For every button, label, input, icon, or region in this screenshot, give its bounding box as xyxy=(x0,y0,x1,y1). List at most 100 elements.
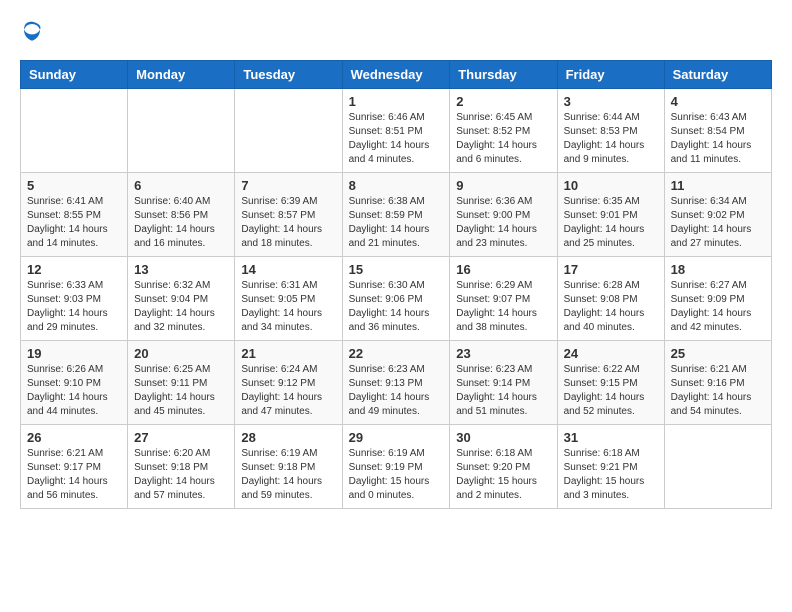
day-info: Sunrise: 6:38 AMSunset: 8:59 PMDaylight:… xyxy=(349,195,444,251)
day-info: Sunrise: 6:34 AMSunset: 9:02 PMDaylight:… xyxy=(671,195,765,251)
calendar-cell xyxy=(21,89,128,173)
weekday-header-saturday: Saturday xyxy=(664,61,771,89)
calendar-cell: 1 Sunrise: 6:46 AMSunset: 8:51 PMDaylight… xyxy=(342,89,450,173)
day-info: Sunrise: 6:27 AMSunset: 9:09 PMDaylight:… xyxy=(671,279,765,335)
day-number: 18 xyxy=(671,262,765,277)
day-info: Sunrise: 6:21 AMSunset: 9:17 PMDaylight:… xyxy=(27,447,121,503)
calendar-cell: 16 Sunrise: 6:29 AMSunset: 9:07 PMDayligh… xyxy=(450,257,557,341)
day-number: 10 xyxy=(564,178,658,193)
calendar-cell: 23Sunrise: 6:23 AMSunset: 9:14 PMDayligh… xyxy=(450,341,557,425)
day-number: 26 xyxy=(27,430,121,445)
calendar-cell: 29 Sunrise: 6:19 AMSunset: 9:19 PMDayligh… xyxy=(342,425,450,509)
day-number: 16 xyxy=(456,262,550,277)
calendar-cell: 11 Sunrise: 6:34 AMSunset: 9:02 PMDayligh… xyxy=(664,173,771,257)
weekday-header-tuesday: Tuesday xyxy=(235,61,342,89)
day-info: Sunrise: 6:26 AMSunset: 9:10 PMDaylight:… xyxy=(27,363,121,419)
day-info: Sunrise: 6:23 AMSunset: 9:14 PMDaylight:… xyxy=(456,363,550,419)
day-number: 12 xyxy=(27,262,121,277)
calendar-cell: 28 Sunrise: 6:19 AMSunset: 9:18 PMDayligh… xyxy=(235,425,342,509)
day-info: Sunrise: 6:44 AMSunset: 8:53 PMDaylight:… xyxy=(564,111,658,167)
calendar-header-row: SundayMondayTuesdayWednesdayThursdayFrid… xyxy=(21,61,772,89)
weekday-header-wednesday: Wednesday xyxy=(342,61,450,89)
day-number: 7 xyxy=(241,178,335,193)
day-number: 21 xyxy=(241,346,335,361)
day-number: 14 xyxy=(241,262,335,277)
day-info: Sunrise: 6:20 AMSunset: 9:18 PMDaylight:… xyxy=(134,447,228,503)
calendar-cell: 21 Sunrise: 6:24 AMSunset: 9:12 PMDayligh… xyxy=(235,341,342,425)
day-info: Sunrise: 6:32 AMSunset: 9:04 PMDaylight:… xyxy=(134,279,228,335)
day-info: Sunrise: 6:28 AMSunset: 9:08 PMDaylight:… xyxy=(564,279,658,335)
calendar-cell: 31 Sunrise: 6:18 AMSunset: 9:21 PMDayligh… xyxy=(557,425,664,509)
day-info: Sunrise: 6:19 AMSunset: 9:19 PMDaylight:… xyxy=(349,447,444,503)
calendar-cell xyxy=(235,89,342,173)
calendar-cell: 3 Sunrise: 6:44 AMSunset: 8:53 PMDaylight… xyxy=(557,89,664,173)
calendar-week-row: 19 Sunrise: 6:26 AMSunset: 9:10 PMDayligh… xyxy=(21,341,772,425)
calendar-cell xyxy=(128,89,235,173)
logo-icon xyxy=(20,20,44,44)
day-number: 9 xyxy=(456,178,550,193)
calendar-cell: 19 Sunrise: 6:26 AMSunset: 9:10 PMDayligh… xyxy=(21,341,128,425)
day-number: 3 xyxy=(564,94,658,109)
calendar-cell xyxy=(664,425,771,509)
day-info: Sunrise: 6:43 AMSunset: 8:54 PMDaylight:… xyxy=(671,111,765,167)
calendar-week-row: 5 Sunrise: 6:41 AMSunset: 8:55 PMDaylight… xyxy=(21,173,772,257)
day-info: Sunrise: 6:22 AMSunset: 9:15 PMDaylight:… xyxy=(564,363,658,419)
day-number: 31 xyxy=(564,430,658,445)
calendar-cell: 20Sunrise: 6:25 AMSunset: 9:11 PMDayligh… xyxy=(128,341,235,425)
day-info: Sunrise: 6:41 AMSunset: 8:55 PMDaylight:… xyxy=(27,195,121,251)
calendar-week-row: 1 Sunrise: 6:46 AMSunset: 8:51 PMDaylight… xyxy=(21,89,772,173)
calendar-cell: 22 Sunrise: 6:23 AMSunset: 9:13 PMDayligh… xyxy=(342,341,450,425)
day-number: 19 xyxy=(27,346,121,361)
day-number: 13 xyxy=(134,262,228,277)
calendar-cell: 7 Sunrise: 6:39 AMSunset: 8:57 PMDaylight… xyxy=(235,173,342,257)
calendar-cell: 5 Sunrise: 6:41 AMSunset: 8:55 PMDaylight… xyxy=(21,173,128,257)
day-number: 27 xyxy=(134,430,228,445)
day-number: 29 xyxy=(349,430,444,445)
day-info: Sunrise: 6:33 AMSunset: 9:03 PMDaylight:… xyxy=(27,279,121,335)
calendar-cell: 18 Sunrise: 6:27 AMSunset: 9:09 PMDayligh… xyxy=(664,257,771,341)
day-number: 5 xyxy=(27,178,121,193)
calendar-cell: 12 Sunrise: 6:33 AMSunset: 9:03 PMDayligh… xyxy=(21,257,128,341)
day-info: Sunrise: 6:19 AMSunset: 9:18 PMDaylight:… xyxy=(241,447,335,503)
day-number: 2 xyxy=(456,94,550,109)
day-number: 24 xyxy=(564,346,658,361)
calendar-cell: 15 Sunrise: 6:30 AMSunset: 9:06 PMDayligh… xyxy=(342,257,450,341)
day-info: Sunrise: 6:24 AMSunset: 9:12 PMDaylight:… xyxy=(241,363,335,419)
day-number: 28 xyxy=(241,430,335,445)
weekday-header-thursday: Thursday xyxy=(450,61,557,89)
day-info: Sunrise: 6:21 AMSunset: 9:16 PMDaylight:… xyxy=(671,363,765,419)
calendar-cell: 26 Sunrise: 6:21 AMSunset: 9:17 PMDayligh… xyxy=(21,425,128,509)
calendar-cell: 13 Sunrise: 6:32 AMSunset: 9:04 PMDayligh… xyxy=(128,257,235,341)
day-info: Sunrise: 6:46 AMSunset: 8:51 PMDaylight:… xyxy=(349,111,444,167)
day-number: 15 xyxy=(349,262,444,277)
day-info: Sunrise: 6:45 AMSunset: 8:52 PMDaylight:… xyxy=(456,111,550,167)
calendar-cell: 2 Sunrise: 6:45 AMSunset: 8:52 PMDaylight… xyxy=(450,89,557,173)
day-info: Sunrise: 6:35 AMSunset: 9:01 PMDaylight:… xyxy=(564,195,658,251)
calendar-cell: 27 Sunrise: 6:20 AMSunset: 9:18 PMDayligh… xyxy=(128,425,235,509)
day-number: 6 xyxy=(134,178,228,193)
day-number: 8 xyxy=(349,178,444,193)
calendar-table: SundayMondayTuesdayWednesdayThursdayFrid… xyxy=(20,60,772,509)
calendar-cell: 17Sunrise: 6:28 AMSunset: 9:08 PMDayligh… xyxy=(557,257,664,341)
day-number: 11 xyxy=(671,178,765,193)
weekday-header-sunday: Sunday xyxy=(21,61,128,89)
day-number: 4 xyxy=(671,94,765,109)
day-info: Sunrise: 6:18 AMSunset: 9:20 PMDaylight:… xyxy=(456,447,550,503)
calendar-cell: 24 Sunrise: 6:22 AMSunset: 9:15 PMDayligh… xyxy=(557,341,664,425)
calendar-week-row: 26 Sunrise: 6:21 AMSunset: 9:17 PMDayligh… xyxy=(21,425,772,509)
page-header xyxy=(20,20,772,44)
day-info: Sunrise: 6:30 AMSunset: 9:06 PMDaylight:… xyxy=(349,279,444,335)
day-info: Sunrise: 6:36 AMSunset: 9:00 PMDaylight:… xyxy=(456,195,550,251)
calendar-cell: 25Sunrise: 6:21 AMSunset: 9:16 PMDayligh… xyxy=(664,341,771,425)
day-info: Sunrise: 6:29 AMSunset: 9:07 PMDaylight:… xyxy=(456,279,550,335)
calendar-cell: 6Sunrise: 6:40 AMSunset: 8:56 PMDaylight… xyxy=(128,173,235,257)
weekday-header-monday: Monday xyxy=(128,61,235,89)
day-number: 22 xyxy=(349,346,444,361)
day-info: Sunrise: 6:23 AMSunset: 9:13 PMDaylight:… xyxy=(349,363,444,419)
day-info: Sunrise: 6:39 AMSunset: 8:57 PMDaylight:… xyxy=(241,195,335,251)
calendar-cell: 10 Sunrise: 6:35 AMSunset: 9:01 PMDayligh… xyxy=(557,173,664,257)
day-number: 1 xyxy=(349,94,444,109)
weekday-header-friday: Friday xyxy=(557,61,664,89)
day-number: 30 xyxy=(456,430,550,445)
day-info: Sunrise: 6:18 AMSunset: 9:21 PMDaylight:… xyxy=(564,447,658,503)
